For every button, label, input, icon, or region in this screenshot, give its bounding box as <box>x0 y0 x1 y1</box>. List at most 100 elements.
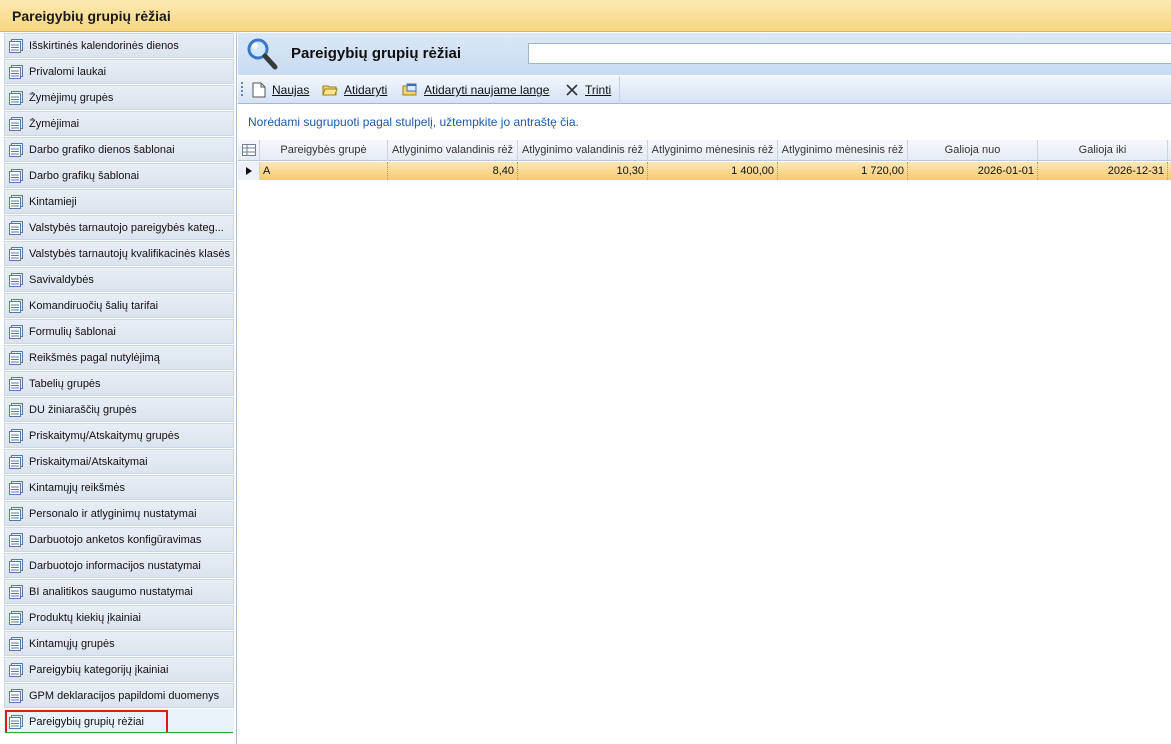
sidebar-item[interactable]: Privalomi laukai <box>4 59 234 84</box>
new-button[interactable]: Naujas <box>252 80 309 100</box>
column-header-group[interactable]: Pareigybės grupė <box>260 140 388 161</box>
table-list-icon <box>9 610 23 625</box>
sidebar-item-label: Tabelių grupės <box>29 377 101 390</box>
sidebar-item[interactable]: Formulių šablonai <box>4 319 234 344</box>
sidebar-item[interactable]: Pareigybių grupių rėžiai <box>4 709 234 734</box>
table-list-icon <box>9 64 23 79</box>
cell-hourly-from[interactable]: 8,40 <box>388 162 518 180</box>
delete-button[interactable]: Trinti <box>565 80 611 100</box>
table-row[interactable]: A 8,40 10,30 1 400,00 1 720,00 2026-01-0… <box>238 162 1171 180</box>
sidebar-item-label: Žymėjimų grupės <box>29 91 114 104</box>
open-button-label: Atidaryti <box>344 83 388 97</box>
new-button-label: Naujas <box>272 83 310 97</box>
table-list-icon <box>9 350 23 365</box>
sidebar-item[interactable]: Personalo ir atlyginimų nustatymai <box>4 501 234 526</box>
cell-monthly-to[interactable]: 1 720,00 <box>778 162 908 180</box>
sidebar-item[interactable]: Tabelių grupės <box>4 371 234 396</box>
column-chooser[interactable] <box>238 140 260 161</box>
sidebar-item-label: Komandiruočių šalių tarifai <box>29 299 159 312</box>
sidebar-item-label: Darbuotojo anketos konfigūravimas <box>29 533 202 546</box>
sidebar-item[interactable]: Žymėjimų grupės <box>4 85 234 110</box>
page-title: Pareigybių grupių rėžiai <box>291 45 462 62</box>
column-header-monthly-to[interactable]: Atlyginimo mėnesinis rėž <box>778 140 908 161</box>
main-panel: Pareigybių grupių rėžiai Naujas Atidaryt… <box>238 33 1171 744</box>
sidebar-item[interactable]: Išskirtinės kalendorinės dienos <box>4 33 234 58</box>
sidebar-item[interactable]: BI analitikos saugumo nustatymai <box>4 579 234 604</box>
sidebar-item[interactable]: Valstybės tarnautojų kvalifikacinės klas… <box>4 241 234 266</box>
table-list-icon <box>9 376 23 391</box>
cell-hourly-to[interactable]: 10,30 <box>518 162 648 180</box>
sidebar-item[interactable]: Kintamųjų grupės <box>4 631 234 656</box>
open-button[interactable]: Atidaryti <box>322 80 387 100</box>
table-list-icon <box>9 402 23 417</box>
sidebar-item-label: Kintamieji <box>29 195 77 208</box>
table-list-icon <box>9 532 23 547</box>
sidebar-item-label: GPM deklaracijos papildomi duomenys <box>29 689 220 702</box>
sidebar-item[interactable]: Priskaitymai/Atskaitymai <box>4 449 234 474</box>
table-list-icon <box>9 480 23 495</box>
sidebar-item[interactable]: Reikšmės pagal nutylėjimą <box>4 345 234 370</box>
sidebar-item[interactable]: Kintamieji <box>4 189 234 214</box>
sidebar-item[interactable]: Darbuotojo anketos konfigūravimas <box>4 527 234 552</box>
sidebar-item-label: Valstybės tarnautojų kvalifikacinės klas… <box>29 247 230 260</box>
table-list-icon <box>9 506 23 521</box>
table-list-icon <box>9 272 23 287</box>
toolbar: Naujas Atidaryti Atidaryti naujame lange… <box>238 76 1171 104</box>
row-indicator[interactable] <box>238 162 260 180</box>
cell-monthly-from[interactable]: 1 400,00 <box>648 162 778 180</box>
column-header-hourly-from[interactable]: Atlyginimo valandinis rėž <box>388 140 518 161</box>
folder-open-icon <box>322 85 338 96</box>
sidebar-item[interactable]: GPM deklaracijos papildomi duomenys <box>4 683 234 708</box>
column-header-valid-from[interactable]: Galioja nuo <box>908 140 1038 161</box>
sidebar-item[interactable]: Priskaitymų/Atskaitymų grupės <box>4 423 234 448</box>
sidebar-item-label: Darbuotojo informacijos nustatymai <box>29 559 201 572</box>
sidebar: Išskirtinės kalendorinės dienos Privalomi… <box>0 33 237 744</box>
sidebar-item[interactable]: Produktų kiekių įkainiai <box>4 605 234 630</box>
group-by-hint[interactable]: Norėdami sugrupuoti pagal stulpelį, užte… <box>248 115 579 129</box>
sidebar-item[interactable]: Darbo grafiko dienos šablonai <box>4 137 234 162</box>
sidebar-item-label: Produktų kiekių įkainiai <box>29 611 141 624</box>
close-icon <box>566 84 578 96</box>
window-title: Pareigybių grupių rėžiai <box>0 0 1171 32</box>
sidebar-item[interactable]: Darbuotojo informacijos nustatymai <box>4 553 234 578</box>
open-new-window-label-text: Atidaryti naujame lange <box>424 83 550 97</box>
sidebar-item[interactable]: Savivaldybės <box>4 267 234 292</box>
sidebar-item-label: DU žiniaraščių grupės <box>29 403 137 416</box>
table-list-icon <box>9 116 23 131</box>
magnifier-icon <box>247 38 278 70</box>
table-list-icon <box>9 246 23 261</box>
search-input[interactable] <box>528 43 1171 64</box>
sidebar-item-label: Valstybės tarnautojo pareigybės kateg... <box>29 221 224 234</box>
table-list-icon <box>9 428 23 443</box>
toolbar-separator <box>619 76 620 104</box>
sidebar-item-label: Pareigybių kategorijų įkainiai <box>29 663 169 676</box>
table-list-icon <box>9 636 23 651</box>
sidebar-item[interactable]: Žymėjimai <box>4 111 234 136</box>
toolbar-grip[interactable] <box>241 82 243 98</box>
sidebar-item-label: Darbo grafikų šablonai <box>29 169 140 182</box>
cell-group[interactable]: A <box>260 162 388 180</box>
table-icon <box>241 144 256 156</box>
table-list-icon <box>9 454 23 469</box>
sidebar-item[interactable]: Valstybės tarnautojo pareigybės kateg... <box>4 215 234 240</box>
row-pointer-icon <box>246 167 252 175</box>
sidebar-item-label: Kintamųjų grupės <box>29 637 115 650</box>
cell-valid-to[interactable]: 2026-12-31 <box>1038 162 1168 180</box>
sidebar-item[interactable]: DU žiniaraščių grupės <box>4 397 234 422</box>
sidebar-item[interactable]: Darbo grafikų šablonai <box>4 163 234 188</box>
table-list-icon <box>9 220 23 235</box>
sidebar-item-label: Žymėjimai <box>29 117 80 130</box>
column-header-monthly-from[interactable]: Atlyginimo mėnesinis rėž <box>648 140 778 161</box>
column-header-valid-to[interactable]: Galioja iki <box>1038 140 1168 161</box>
grid-header: Pareigybės grupė Atlyginimo valandinis r… <box>238 140 1171 161</box>
open-new-window-button[interactable]: Atidaryti naujame lange <box>402 80 549 100</box>
sidebar-item[interactable]: Pareigybių kategorijų įkainiai <box>4 657 234 682</box>
selection-highlight <box>5 710 168 733</box>
sidebar-item[interactable]: Komandiruočių šalių tarifai <box>4 293 234 318</box>
sidebar-item[interactable]: Kintamųjų reikšmės <box>4 475 234 500</box>
open-new-window-label: Atidaryti naujame lange <box>424 83 549 97</box>
delete-button-label: Trinti <box>585 83 612 97</box>
cell-valid-from[interactable]: 2026-01-01 <box>908 162 1038 180</box>
sidebar-item-label: Savivaldybės <box>29 273 94 286</box>
column-header-hourly-to[interactable]: Atlyginimo valandinis rėž <box>518 140 648 161</box>
